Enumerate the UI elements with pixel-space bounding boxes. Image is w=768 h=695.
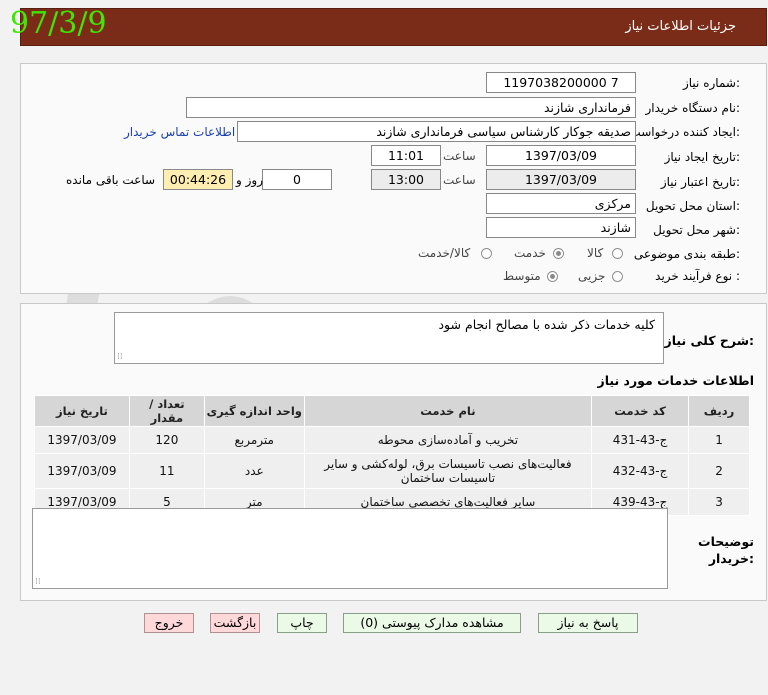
category-radio-goods-service[interactable] [481,248,492,259]
process-option-medium: متوسط [503,269,541,283]
buyer-org-field: فرمانداری شازند [186,97,636,118]
process-option-minor: جزیی [578,269,606,283]
services-section-title: اطلاعات خدمات مورد نیاز [597,373,755,388]
creator-field: صدیقه جوکار کارشناس سیاسی فرمانداری شازن… [237,121,636,142]
cell-row-number: 1 [688,426,750,454]
province-label: استان محل تحویل: [645,199,740,213]
description-textarea[interactable]: کلیه خدمات ذکر شده با مصالح انجام شود ⁞⁞ [114,312,664,364]
cell-service-code: ج-43-431 [591,426,690,454]
days-remaining-field: 0 [262,169,332,190]
validity-date-label: تاریخ اعتبار نیاز: [660,175,740,189]
city-label: شهر محل تحویل: [653,223,740,237]
cell-unit: مترمربع [203,426,305,454]
col-header-quantity: تعداد / مقدار [128,395,205,427]
cell-unit: عدد [203,453,305,489]
cell-row-number: 2 [688,453,750,489]
category-label: طبقه بندی موضوعی: [633,247,740,261]
buyer-org-label: نام دستگاه خریدار: [645,101,741,115]
page-title: جزئیات اطلاعات نیاز [625,19,736,34]
category-option-goods-service: کالا/خدمت [418,246,471,260]
col-header-service-name: نام خدمت [303,395,593,427]
description-label: شرح کلی نیاز: [664,333,755,348]
col-header-unit: واحد اندازه گیری [203,395,305,427]
col-header-need-date: تاریخ نیاز [34,395,130,427]
time-remaining-label: ساعت باقی مانده [66,173,156,187]
resize-grip-icon[interactable]: ⁞⁞ [35,577,41,587]
need-number-field: 1197038200000 7 [486,72,636,93]
category-radio-goods[interactable] [612,248,623,259]
need-number-label: شماره نیاز: [682,76,740,90]
back-button[interactable]: بازگشت [210,613,260,633]
created-time-field: 11:01 [371,145,441,166]
created-date-label: تاریخ ایجاد نیاز: [664,150,740,164]
reply-button[interactable]: پاسخ به نیاز [538,613,638,633]
page-header: جزئیات اطلاعات نیاز [20,8,767,46]
province-field: مرکزی [486,193,636,214]
date-stamp: 97/3/9 [10,6,107,41]
category-radio-service[interactable] [553,248,564,259]
cell-service-name: فعالیت‌های نصب تاسیسات برق، لوله‌کشی و س… [303,453,593,489]
process-label: نوع فرآیند خرید : [655,269,740,283]
cell-service-code: ج-43-432 [591,453,690,489]
created-time-label: ساعت [443,149,476,163]
cell-need-date: 1397/03/09 [34,453,130,489]
category-option-goods: کالا [587,246,604,260]
buyer-contact-link[interactable]: اطلاعات تماس خریدار [124,125,235,139]
validity-time-field: 13:00 [371,169,441,190]
cell-need-date: 1397/03/09 [34,426,130,454]
day-and-label: روز و [236,173,263,187]
buyer-notes-textarea[interactable]: ⁞⁞ [32,508,668,589]
cell-quantity: 120 [128,426,205,454]
validity-date-field: 1397/03/09 [486,169,636,190]
category-option-service: خدمت [514,246,546,260]
table-row: 1397/03/09 120 مترمربع تخریب و آماده‌ساز… [34,426,750,454]
time-remaining-field: 00:44:26 [163,169,233,190]
description-text: کلیه خدمات ذکر شده با مصالح انجام شود [438,317,655,332]
created-date-field: 1397/03/09 [486,145,636,166]
cell-quantity: 11 [128,453,205,489]
print-button[interactable]: چاپ [277,613,327,633]
city-field: شازند [486,217,636,238]
services-table-header: تاریخ نیاز تعداد / مقدار واحد اندازه گیر… [34,395,750,427]
resize-grip-icon[interactable]: ⁞⁞ [117,352,123,362]
validity-time-label: ساعت [443,173,476,187]
view-attachments-button[interactable]: مشاهده مدارک پیوستی (0) [343,613,521,633]
services-table: تاریخ نیاز تعداد / مقدار واحد اندازه گیر… [34,395,750,516]
exit-button[interactable]: خروج [144,613,194,633]
table-row: 1397/03/09 11 عدد فعالیت‌های نصب تاسیسات… [34,453,750,489]
buyer-notes-label: توضیحات خریدار: [698,534,754,566]
creator-label: ایجاد کننده درخواست: [629,125,740,139]
process-radio-medium[interactable] [547,271,558,282]
cell-row-number: 3 [688,488,750,516]
cell-service-name: تخریب و آماده‌سازی محوطه [303,426,593,454]
col-header-service-code: کد خدمت [591,395,690,427]
process-radio-minor[interactable] [612,271,623,282]
col-header-row: ردیف [688,395,750,427]
